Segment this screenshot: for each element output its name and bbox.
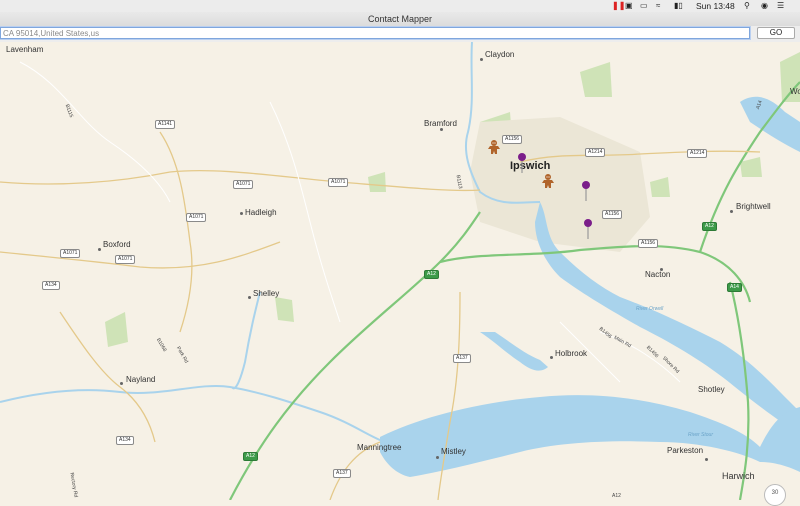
road-shield: A1141	[155, 120, 176, 129]
place-mistley: Mistley	[441, 447, 466, 456]
place-dot	[480, 58, 483, 61]
road-shield: A134	[42, 281, 60, 290]
airplay-icon[interactable]: ▭	[640, 1, 648, 11]
water-label: River Stour	[688, 432, 714, 438]
compass-value: 30	[771, 490, 779, 496]
road-shield: A1214	[585, 148, 606, 157]
road-shield: A1071	[115, 255, 136, 264]
road-shield: A137	[453, 354, 471, 363]
place-dot	[705, 458, 708, 461]
place-bramford: Bramford	[424, 119, 457, 128]
place-holbrook: Holbrook	[555, 349, 588, 358]
place-dot	[120, 382, 123, 385]
window-title: Contact Mapper	[0, 12, 800, 27]
road-shield: A1071	[186, 213, 207, 222]
place-claydon: Claydon	[485, 50, 515, 59]
pause-icon[interactable]: ❚❚	[612, 1, 625, 11]
go-button[interactable]: GO	[757, 27, 795, 39]
place-shelley: Shelley	[253, 289, 280, 298]
place-shotley: Shotley	[698, 385, 725, 394]
road-shield: A1156	[502, 135, 523, 144]
contact-marker-gingerbread-icon[interactable]	[540, 173, 556, 189]
road-shield: A12	[424, 270, 439, 279]
place-nayland: Nayland	[126, 375, 156, 384]
contact-pin-icon[interactable]	[583, 218, 593, 240]
map-base	[0, 42, 800, 500]
place-harwich: Harwich	[722, 471, 755, 481]
place-wo: Wo	[790, 87, 800, 96]
place-dot	[550, 356, 553, 359]
road-shield: A1071	[328, 178, 349, 187]
road-label: A12	[612, 493, 621, 499]
search-icon[interactable]: ⚲	[744, 1, 750, 11]
place-dot	[436, 456, 439, 459]
road-shield: A12	[702, 222, 717, 231]
compass-control[interactable]: 30	[764, 484, 786, 506]
place-dot	[730, 210, 733, 213]
place-dot	[248, 296, 251, 299]
road-shield: A1071	[233, 180, 254, 189]
place-boxford: Boxford	[103, 240, 131, 249]
place-hadleigh: Hadleigh	[245, 208, 277, 217]
place-dot	[240, 212, 243, 215]
location-search-input[interactable]	[0, 27, 750, 39]
road-shield: A12	[243, 452, 258, 461]
place-dot	[660, 268, 663, 271]
road-shield: A137	[333, 469, 351, 478]
contact-pin-icon[interactable]	[517, 152, 527, 174]
place-brightwell: Brightwell	[736, 202, 771, 211]
road-shield: A1071	[60, 249, 81, 258]
contact-pin-icon[interactable]	[581, 180, 591, 202]
battery-icon[interactable]: ▮▯	[674, 1, 683, 11]
water-label: River Orwell	[636, 306, 664, 312]
place-nacton: Nacton	[645, 270, 671, 279]
road-shield: A14	[727, 283, 742, 292]
road-shield: A134	[116, 436, 134, 445]
place-dot	[98, 248, 101, 251]
toolbar: GO	[0, 26, 800, 43]
road-shield: A1214	[687, 149, 708, 158]
place-parkeston: Parkeston	[667, 446, 704, 455]
place-lavenham: Lavenham	[6, 45, 44, 54]
road-shield: A1156	[602, 210, 623, 219]
contact-marker-gingerbread-icon[interactable]	[486, 139, 502, 155]
menu-clock[interactable]: Sun 13:48	[696, 1, 735, 11]
screen-share-icon[interactable]: ▣	[625, 1, 633, 11]
place-dot	[440, 128, 443, 131]
list-icon[interactable]: ☰	[777, 1, 784, 11]
road-shield: A1156	[638, 239, 659, 248]
user-icon[interactable]: ◉	[761, 1, 768, 11]
map-view[interactable]: Lavenham Claydon Bramford Ipswich Hadlei…	[0, 42, 800, 506]
wifi-icon[interactable]: ≈	[656, 1, 660, 11]
place-manningtree: Manningtree	[357, 443, 402, 452]
